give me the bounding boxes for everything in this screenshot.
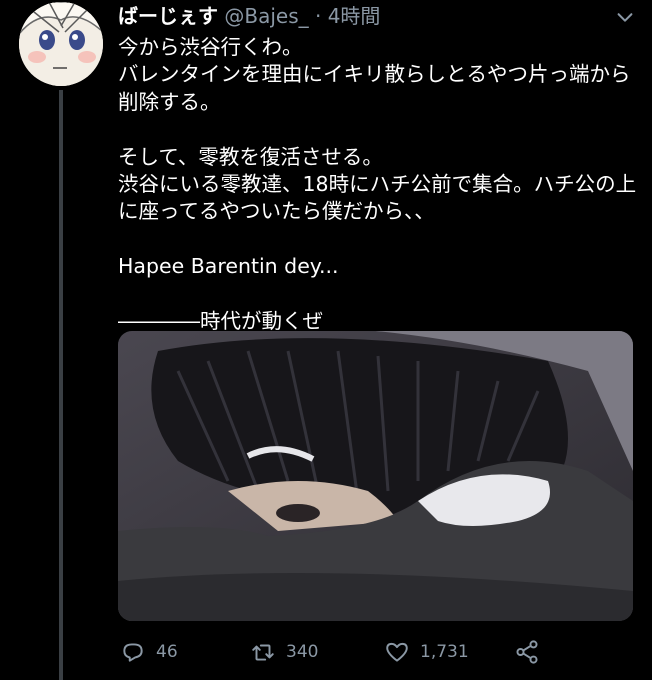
reply-button[interactable]: 46	[120, 636, 178, 668]
separator: ·	[314, 4, 322, 28]
reply-count: 46	[156, 642, 178, 662]
share-button[interactable]	[514, 636, 550, 668]
retweet-count: 340	[286, 642, 319, 662]
reply-icon	[123, 643, 143, 662]
timestamp[interactable]: 4時間	[328, 4, 381, 28]
retweet-button[interactable]: 340	[250, 636, 318, 668]
thread-line	[59, 90, 63, 680]
display-name[interactable]: ばーじぇす	[118, 4, 218, 28]
like-button[interactable]: 1,731	[384, 636, 469, 668]
avatar[interactable]	[19, 2, 103, 86]
heart-icon	[386, 642, 408, 662]
retweet-icon	[252, 644, 274, 661]
tweet-actions: 46 340 1,731	[118, 636, 638, 668]
chevron-down-icon[interactable]	[614, 6, 636, 28]
tweet-text: 今から渋谷行くわ。 バレンタインを理由にイキリ散らしとるやつ片っ端から 削除する…	[118, 35, 637, 334]
tweet-photo[interactable]	[118, 331, 633, 621]
anime-avatar-image	[19, 2, 103, 86]
like-count: 1,731	[420, 642, 469, 662]
share-icon	[516, 640, 538, 664]
handle[interactable]: @Bajes_	[224, 4, 308, 28]
tweet-header: ばーじぇす @Bajes_ · 4時間	[118, 2, 638, 30]
